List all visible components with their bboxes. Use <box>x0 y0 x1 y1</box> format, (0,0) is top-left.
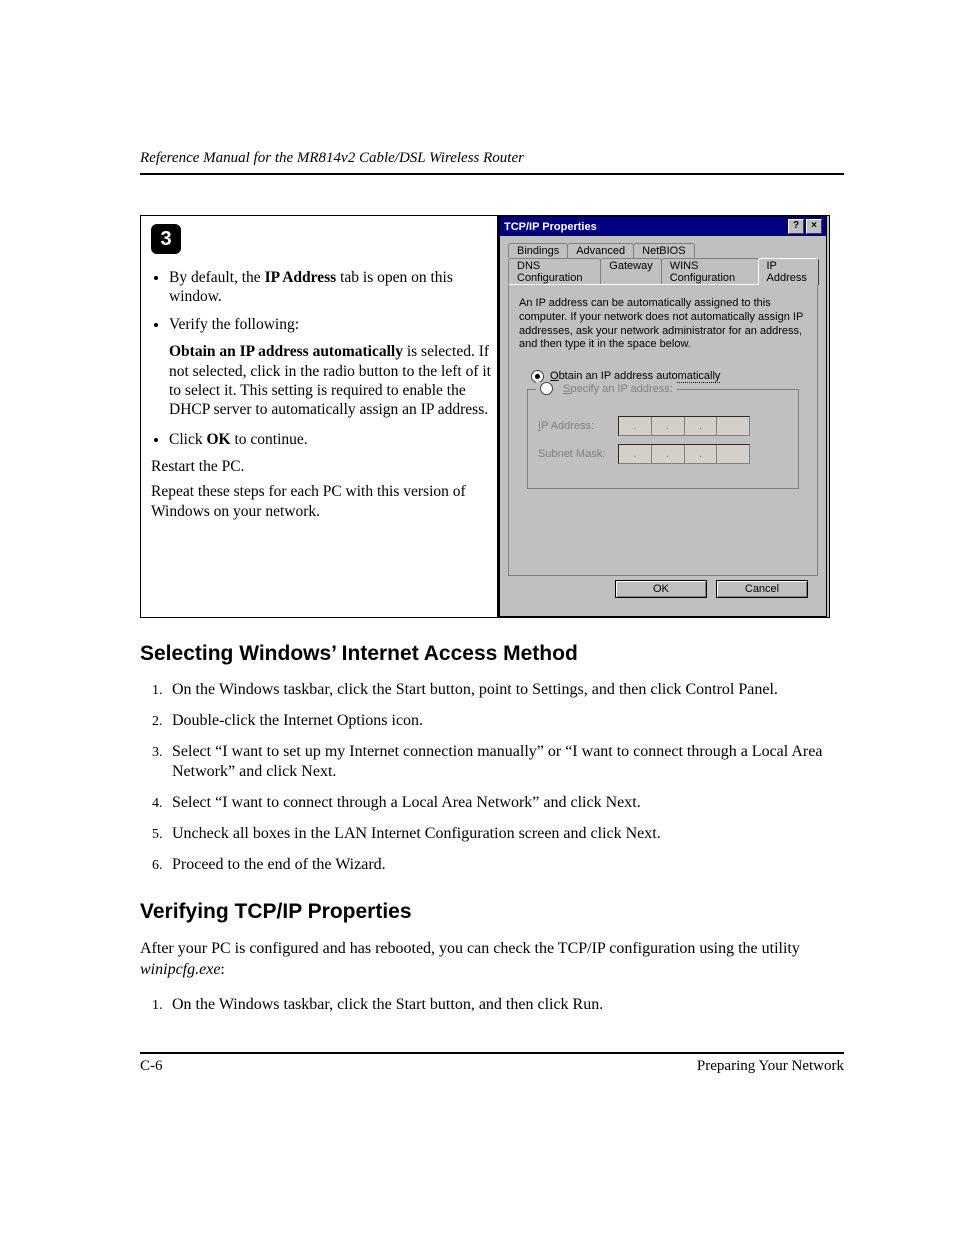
step-after-2: Repeat these steps for each PC with this… <box>151 482 491 521</box>
header-rule <box>140 173 844 175</box>
ia-step-3: Select “I want to set up my Internet con… <box>166 742 844 784</box>
ia-step-6: Proceed to the end of the Wizard. <box>166 855 844 876</box>
tab-panel-ipaddress: An IP address can be automatically assig… <box>508 284 818 576</box>
internet-access-steps: On the Windows taskbar, click the Start … <box>140 680 844 876</box>
tab-dns[interactable]: DNS Configuration <box>508 258 601 285</box>
step-bullet-3: Click OK to continue. <box>169 430 491 449</box>
dialog-title-text: TCP/IP Properties <box>504 221 597 233</box>
step-cell-text: 3 By default, the IP Address tab is open… <box>140 215 498 618</box>
subnet-mask-label: Subnet Mask: <box>538 448 618 460</box>
radio-specify-row[interactable]: Specify an IP address: <box>536 382 677 395</box>
page-footer: C-6 Preparing Your Network <box>140 1052 844 1075</box>
close-button[interactable]: × <box>806 219 822 234</box>
dialog-titlebar: TCP/IP Properties ? × <box>500 217 826 236</box>
tab-gateway[interactable]: Gateway <box>600 258 661 285</box>
tabs-row-1: Bindings Advanced NetBIOS <box>508 242 818 257</box>
heading-internet-access: Selecting Windows’ Internet Access Metho… <box>140 642 844 666</box>
step-bullet-1: By default, the IP Address tab is open o… <box>169 268 491 307</box>
verify-intro: After your PC is configured and has rebo… <box>140 938 844 981</box>
ia-step-2: Double-click the Internet Options icon. <box>166 711 844 732</box>
subnet-mask-input[interactable]: ... <box>618 444 750 464</box>
ip-address-input[interactable]: ... <box>618 416 750 436</box>
step-after-1: Restart the PC. <box>151 457 491 476</box>
tabs-row-2: DNS Configuration Gateway WINS Configura… <box>508 257 818 284</box>
tab-ipaddress[interactable]: IP Address <box>758 258 820 285</box>
help-button[interactable]: ? <box>788 219 804 234</box>
specify-group: Specify an IP address: IP Address: ... S… <box>527 389 799 489</box>
verify-steps: On the Windows taskbar, click the Start … <box>140 995 844 1016</box>
step-table: 3 By default, the IP Address tab is open… <box>140 215 844 618</box>
ia-step-5: Uncheck all boxes in the LAN Internet Co… <box>166 824 844 845</box>
dialog-description: An IP address can be automatically assig… <box>519 297 807 352</box>
doc-header: Reference Manual for the MR814v2 Cable/D… <box>140 150 844 167</box>
cancel-button[interactable]: Cancel <box>716 580 808 598</box>
tab-advanced[interactable]: Advanced <box>567 243 634 258</box>
step-detail: Obtain an IP address automatically is se… <box>169 342 491 420</box>
verify-step-1: On the Windows taskbar, click the Start … <box>166 995 844 1016</box>
ia-step-4: Select “I want to connect through a Loca… <box>166 793 844 814</box>
ip-address-label: IP Address: <box>538 420 618 432</box>
tcpip-dialog: TCP/IP Properties ? × Bindings Advanced … <box>499 216 827 617</box>
ok-button[interactable]: OK <box>615 580 707 598</box>
tab-netbios[interactable]: NetBIOS <box>633 243 694 258</box>
radio-specify-dot[interactable] <box>540 382 553 395</box>
radio-specify-label: Specify an IP address: <box>563 383 673 395</box>
tab-wins[interactable]: WINS Configuration <box>661 258 759 285</box>
heading-verify-tcpip: Verifying TCP/IP Properties <box>140 900 844 924</box>
step-cell-screenshot: TCP/IP Properties ? × Bindings Advanced … <box>498 215 830 618</box>
page-number: C-6 <box>140 1058 163 1075</box>
tab-bindings[interactable]: Bindings <box>508 243 568 258</box>
ia-step-1: On the Windows taskbar, click the Start … <box>166 680 844 701</box>
footer-label: Preparing Your Network <box>697 1058 844 1075</box>
step-number-badge: 3 <box>151 224 181 254</box>
step-bullet-2: Verify the following: <box>169 315 491 334</box>
